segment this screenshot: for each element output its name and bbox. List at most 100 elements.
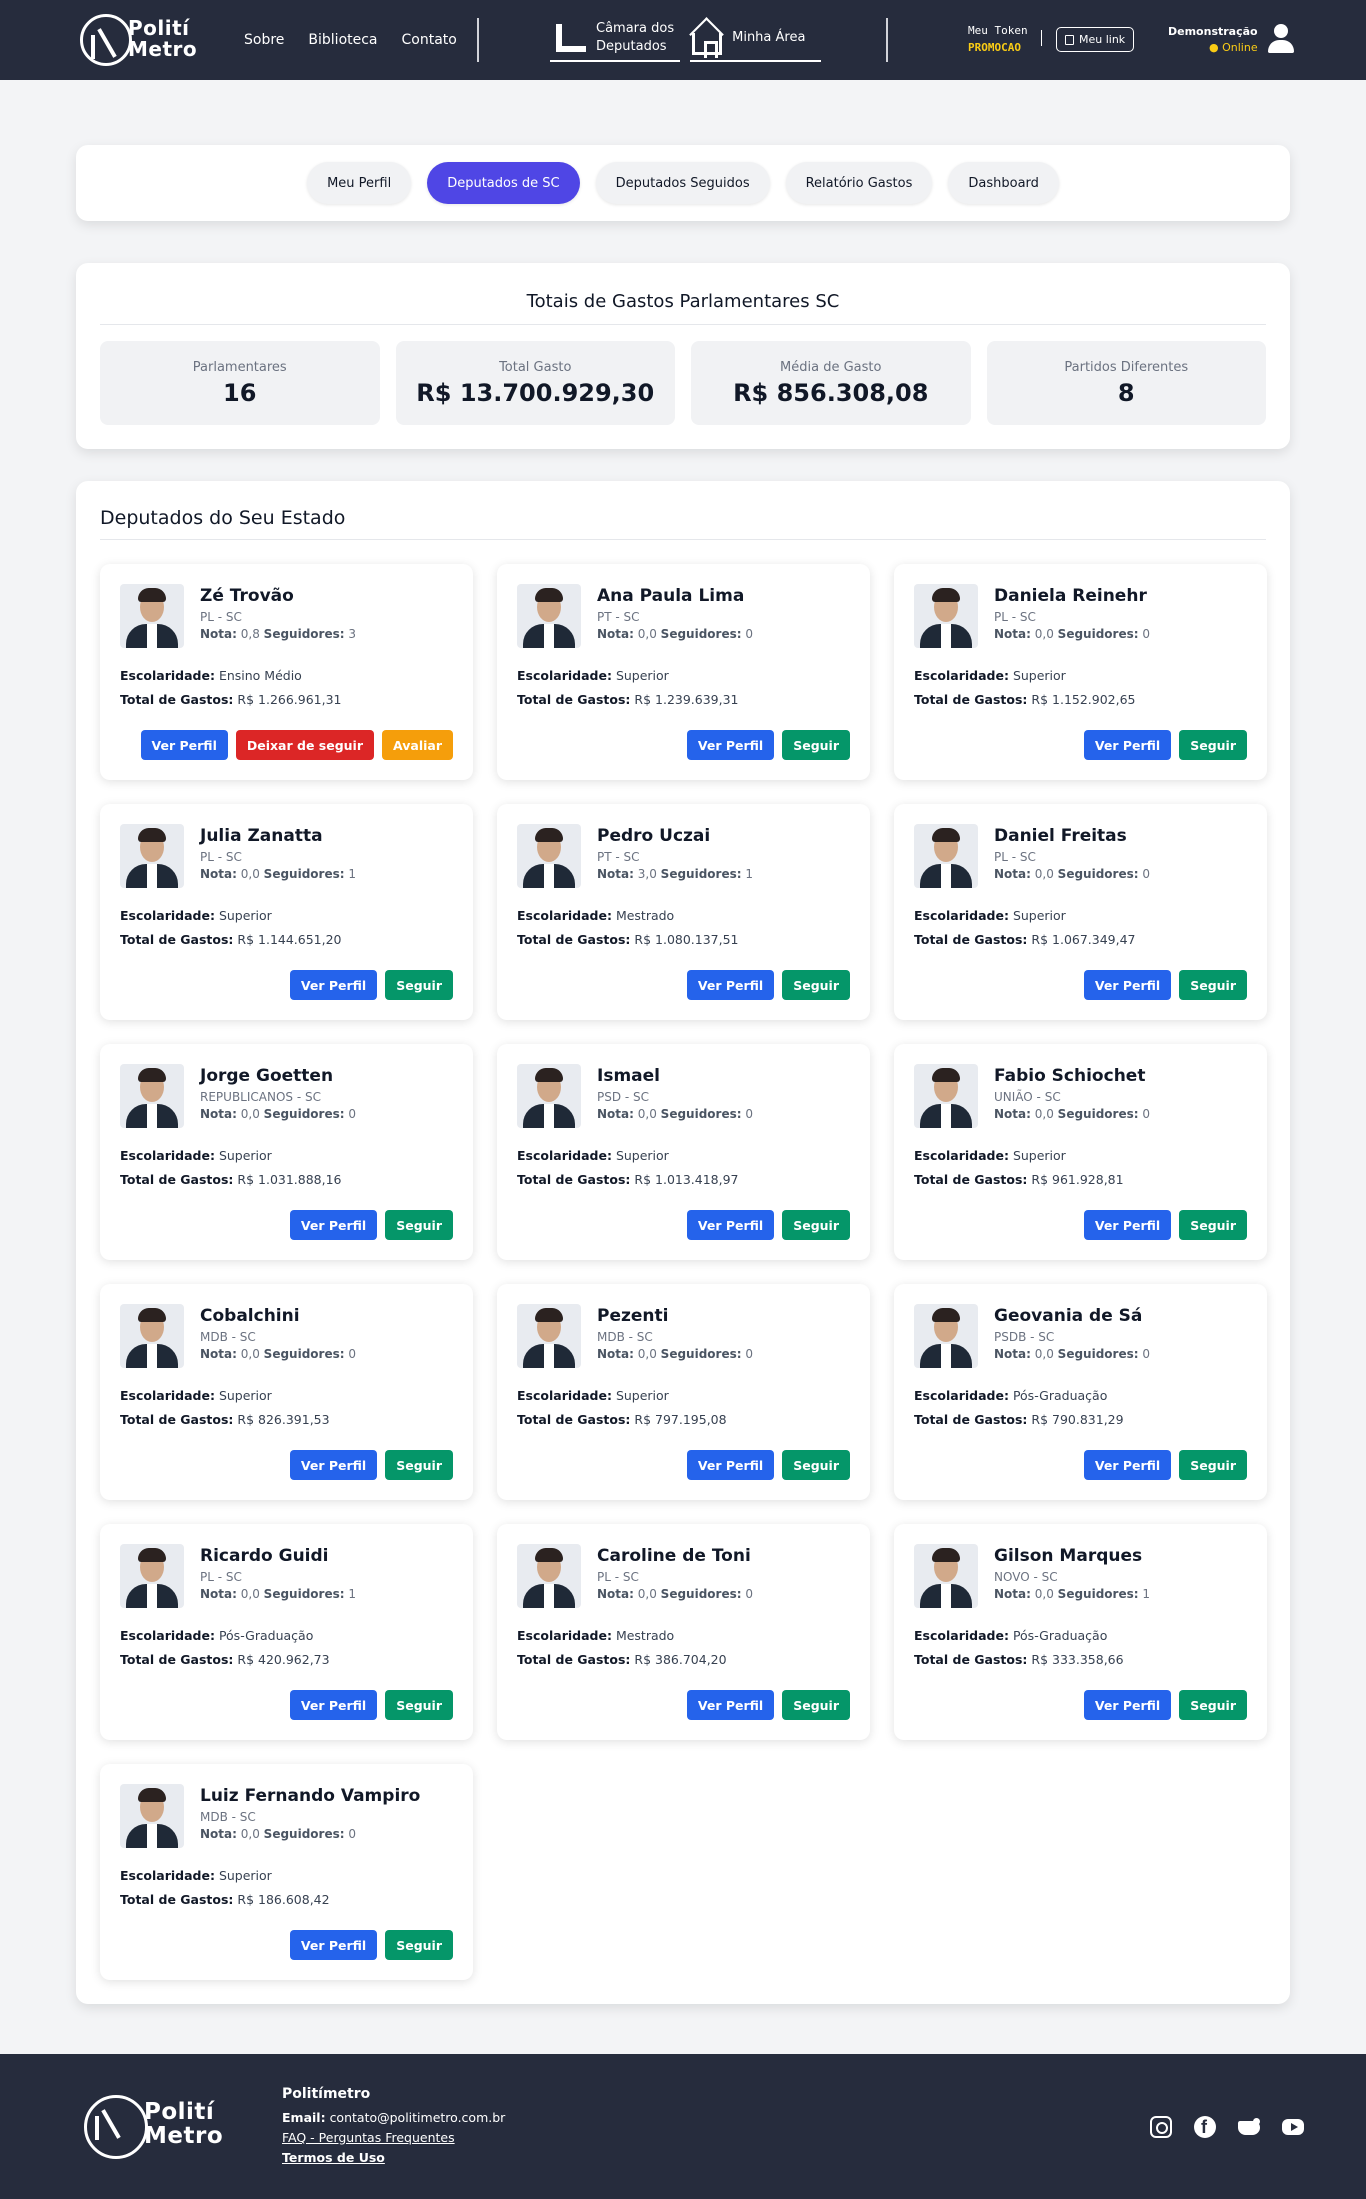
card-actions: Ver Perfil Seguir (1083, 1690, 1247, 1720)
nav-link-biblioteca[interactable]: Biblioteca (308, 32, 377, 48)
seguir-button[interactable]: Seguir (385, 1210, 453, 1240)
deputado-photo (120, 1304, 184, 1368)
deputado-photo (120, 584, 184, 648)
ver-perfil-button[interactable]: Ver Perfil (686, 1450, 775, 1480)
tab-deputados-seguidos[interactable]: Deputados Seguidos (595, 162, 770, 204)
user-avatar-icon[interactable] (1266, 24, 1296, 54)
seguir-button[interactable]: Seguir (782, 730, 850, 760)
seguir-button[interactable]: Seguir (782, 1690, 850, 1720)
footer-terms-link[interactable]: Termos de Uso (282, 2150, 385, 2165)
seguidores-value: 1 (1142, 1587, 1150, 1601)
chamber-icon (552, 20, 588, 56)
deputado-name: Geovania de Sá (994, 1306, 1143, 1326)
avaliar-button[interactable]: Avaliar (382, 730, 453, 760)
token-value: PROMOCAO (968, 41, 1021, 54)
youtube-icon[interactable] (1282, 2119, 1304, 2135)
seguir-button[interactable]: Seguir (385, 1690, 453, 1720)
seguir-button[interactable]: Seguir (1179, 970, 1247, 1000)
deputado-photo (517, 584, 581, 648)
seguir-button[interactable]: Seguir (1179, 1450, 1247, 1480)
tab-meu-perfil[interactable]: Meu Perfil (307, 162, 412, 204)
nota-value: 0,0 (1034, 627, 1054, 641)
ver-perfil-button[interactable]: Ver Perfil (1083, 1210, 1172, 1240)
nav-link-sobre[interactable]: Sobre (244, 32, 284, 48)
tab-dashboard[interactable]: Dashboard (948, 162, 1059, 204)
logo[interactable]: Polití Metro (80, 12, 208, 68)
ver-perfil-button[interactable]: Ver Perfil (1083, 970, 1172, 1000)
ver-perfil-button[interactable]: Ver Perfil (1083, 1450, 1172, 1480)
total-gastos-label: Total de Gastos: (914, 692, 1028, 707)
seguir-button[interactable]: Seguir (385, 1930, 453, 1960)
unfollow-button[interactable]: Deixar de seguir (235, 730, 375, 760)
escolaridade-value: Pós-Graduação (1012, 1628, 1108, 1643)
deputados-card: Deputados do Seu Estado Zé Trovão PL - SC… (76, 481, 1290, 2004)
header-divider (477, 18, 479, 62)
seguir-button[interactable]: Seguir (782, 1210, 850, 1240)
footer-faq-link[interactable]: FAQ - Perguntas Frequentes (282, 2130, 455, 2145)
deputado-photo (517, 1064, 581, 1128)
facebook-icon[interactable] (1194, 2116, 1216, 2138)
seguir-button[interactable]: Seguir (782, 970, 850, 1000)
nav-minha-area[interactable]: Minha Área (690, 16, 822, 62)
user-info[interactable]: Demonstração ● Online (1168, 24, 1258, 56)
ver-perfil-button[interactable]: Ver Perfil (686, 1690, 775, 1720)
ver-perfil-button[interactable]: Ver Perfil (289, 1450, 378, 1480)
ver-perfil-button[interactable]: Ver Perfil (289, 1930, 378, 1960)
seguir-button[interactable]: Seguir (1179, 1690, 1247, 1720)
deputado-name: Jorge Goetten (200, 1066, 334, 1086)
seguir-button[interactable]: Seguir (782, 1450, 850, 1480)
user-status: ● Online (1209, 41, 1258, 54)
seguidores-value: 0 (1142, 1347, 1150, 1361)
ver-perfil-button[interactable]: Ver Perfil (140, 730, 228, 760)
seguidores-value: 0 (745, 1587, 753, 1601)
ver-perfil-button[interactable]: Ver Perfil (289, 1690, 378, 1720)
stat-value: 16 (223, 378, 257, 407)
escolaridade-value: Pós-Graduação (218, 1628, 314, 1643)
deputado-name: Daniel Freitas (994, 826, 1127, 846)
ver-perfil-button[interactable]: Ver Perfil (289, 1210, 378, 1240)
total-gastos-value: R$ 386.704,20 (634, 1652, 727, 1667)
twitter-icon[interactable] (1238, 2116, 1260, 2138)
tab-relatorio-gastos[interactable]: Relatório Gastos (785, 162, 933, 204)
deputado-card: Cobalchini MDB - SC Nota: 0,0 Seguidores: … (100, 1284, 473, 1500)
deputado-card: Gilson Marques NOVO - SC Nota: 0,0 Seguido… (894, 1524, 1267, 1740)
escolaridade-label: Escolaridade: (517, 1388, 612, 1403)
nota-value: 0,0 (637, 1347, 657, 1361)
ver-perfil-button[interactable]: Ver Perfil (686, 730, 775, 760)
card-actions: Ver Perfil Seguir (289, 1690, 453, 1720)
nota-label: Nota: (200, 1587, 237, 1601)
total-gastos-label: Total de Gastos: (120, 932, 234, 947)
instagram-icon[interactable] (1150, 2116, 1172, 2138)
deputado-name: Daniela Reinehr (994, 586, 1147, 606)
deputado-photo (120, 1784, 184, 1848)
escolaridade-value: Ensino Médio (218, 668, 302, 683)
deputado-party: PL - SC (597, 1570, 639, 1584)
ver-perfil-button[interactable]: Ver Perfil (289, 970, 378, 1000)
seguir-button[interactable]: Seguir (385, 970, 453, 1000)
seguir-button[interactable]: Seguir (1179, 1210, 1247, 1240)
nav-camara-dos-deputados[interactable]: Câmara dos Deputados (550, 16, 681, 62)
ver-perfil-button[interactable]: Ver Perfil (686, 970, 775, 1000)
nav-link-contato[interactable]: Contato (402, 32, 457, 48)
seguir-button[interactable]: Seguir (385, 1450, 453, 1480)
footer-logo[interactable]: Polití Metro (84, 2092, 234, 2162)
logo-text-line1: Polití (144, 2099, 215, 2125)
my-link-button[interactable]: Meu link (1056, 27, 1135, 52)
deputado-party: PT - SC (597, 610, 640, 624)
total-gastos-value: R$ 1.013.418,97 (634, 1172, 739, 1187)
ver-perfil-button[interactable]: Ver Perfil (686, 1210, 775, 1240)
seguidores-value: 1 (348, 867, 356, 881)
escolaridade-value: Mestrado (615, 908, 675, 923)
document-icon (1065, 34, 1074, 45)
tab-deputados-de-sc[interactable]: Deputados de SC (427, 162, 580, 204)
deputado-card: Jorge Goetten REPUBLICANOS - SC Nota: 0,0 … (100, 1044, 473, 1260)
deputado-party: MDB - SC (597, 1330, 653, 1344)
seguir-button[interactable]: Seguir (1179, 730, 1247, 760)
card-actions: Ver Perfil Seguir (289, 1930, 453, 1960)
ver-perfil-button[interactable]: Ver Perfil (1083, 730, 1172, 760)
escolaridade-value: Superior (1012, 1148, 1066, 1163)
seguidores-value: 1 (348, 1587, 356, 1601)
deputado-party: REPUBLICANOS - SC (200, 1090, 321, 1104)
deputado-card: Daniel Freitas PL - SC Nota: 0,0 Seguidore… (894, 804, 1267, 1020)
ver-perfil-button[interactable]: Ver Perfil (1083, 1690, 1172, 1720)
